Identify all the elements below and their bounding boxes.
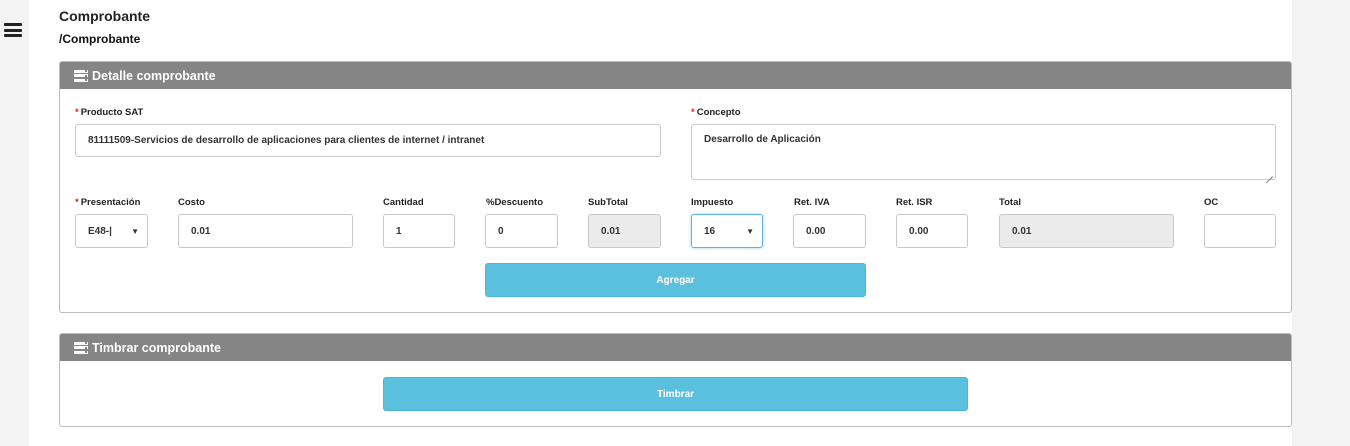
impuesto-select[interactable]: 16 ▼ xyxy=(691,214,763,248)
cantidad-label: Cantidad xyxy=(383,197,424,208)
server-icon xyxy=(74,341,88,354)
producto-sat-label: * Producto SAT xyxy=(75,107,144,118)
sidebar-strip xyxy=(0,0,29,446)
caret-down-icon: ▼ xyxy=(131,227,139,236)
producto-sat-input[interactable]: 81111509-Servicios de desarrollo de apli… xyxy=(75,124,661,157)
costo-input[interactable]: 0.01 xyxy=(178,214,353,248)
descuento-label: %Descuento xyxy=(486,197,544,208)
presentacion-select[interactable]: E48-| ▼ xyxy=(75,214,148,248)
impuesto-label: Impuesto xyxy=(691,197,734,208)
oc-label: OC xyxy=(1204,197,1219,208)
timbrar-button[interactable]: Timbrar xyxy=(383,377,968,411)
page-title: Comprobante xyxy=(59,8,150,24)
ret-isr-input[interactable]: 0.00 xyxy=(896,214,968,248)
resize-handle-icon[interactable] xyxy=(1265,169,1273,177)
total-readonly: 0.01 xyxy=(999,214,1174,248)
oc-input[interactable] xyxy=(1204,214,1276,248)
main-content: Comprobante /Comprobante Detalle comprob… xyxy=(29,0,1350,446)
detalle-panel-title: Detalle comprobante xyxy=(92,68,216,83)
presentacion-label: * Presentación xyxy=(75,197,141,208)
agregar-button[interactable]: Agregar xyxy=(485,263,866,297)
total-label: Total xyxy=(999,197,1021,208)
ret-isr-label: Ret. ISR xyxy=(896,197,933,208)
concepto-label: * Concepto xyxy=(691,107,741,118)
ret-iva-label: Ret. IVA xyxy=(794,197,830,208)
timbrar-panel-title: Timbrar comprobante xyxy=(92,340,221,355)
ret-iva-input[interactable]: 0.00 xyxy=(793,214,866,248)
timbrar-panel-header: Timbrar comprobante xyxy=(60,334,1291,361)
descuento-input[interactable]: 0 xyxy=(485,214,558,248)
hamburger-menu-icon[interactable] xyxy=(4,23,22,37)
breadcrumb: /Comprobante xyxy=(59,32,141,46)
costo-label: Costo xyxy=(178,197,205,208)
right-gutter xyxy=(1292,0,1350,446)
server-icon xyxy=(74,69,88,82)
subtotal-readonly: 0.01 xyxy=(588,214,661,248)
detalle-panel-header: Detalle comprobante xyxy=(60,62,1291,89)
caret-down-icon: ▼ xyxy=(746,227,754,236)
concepto-textarea[interactable]: Desarrollo de Aplicación xyxy=(691,124,1276,180)
cantidad-input[interactable]: 1 xyxy=(383,214,455,248)
subtotal-label: SubTotal xyxy=(588,197,628,208)
